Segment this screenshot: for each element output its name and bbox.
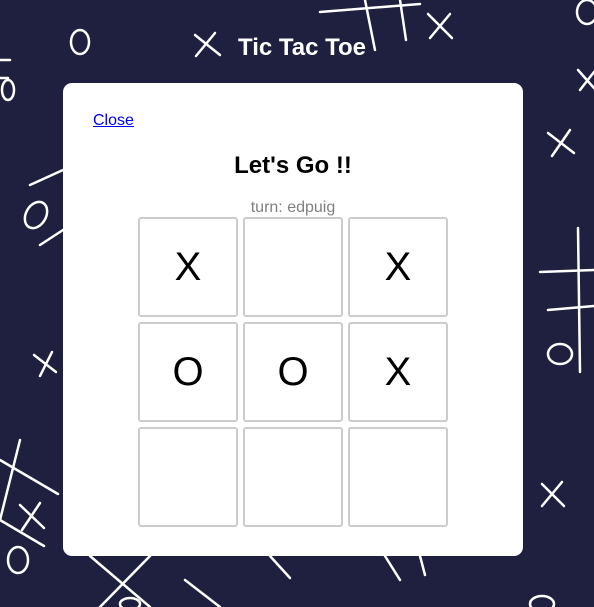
- grid-mark-decoration: [0, 438, 60, 548]
- turn-indicator: turn: edpuig: [250, 199, 336, 216]
- o-mark-decoration: [118, 596, 142, 607]
- x-mark-decoration: [576, 68, 594, 92]
- x-mark-decoration: [546, 128, 576, 158]
- board-cell-4[interactable]: O: [138, 322, 238, 422]
- board-cell-9[interactable]: [348, 427, 448, 527]
- board-cell-7[interactable]: [138, 427, 238, 527]
- o-mark-decoration: [528, 594, 556, 607]
- x-mark-decoration: [18, 501, 46, 532]
- grid-mark-decoration: [268, 554, 427, 582]
- o-mark-decoration: [0, 78, 16, 102]
- board-cell-3[interactable]: X: [348, 217, 448, 317]
- game-modal: Close Let's Go !! turn: edpuig X X O O X: [63, 83, 523, 556]
- board-cell-1[interactable]: X: [138, 217, 238, 317]
- game-board: X X O O X: [138, 217, 448, 527]
- app-title: Tic Tac Toe: [237, 34, 367, 61]
- o-mark-decoration: [575, 0, 594, 26]
- o-mark-decoration: [6, 545, 30, 575]
- board-cell-8[interactable]: [243, 427, 343, 527]
- grid-mark-decoration: [0, 58, 65, 247]
- close-link[interactable]: Close: [93, 112, 134, 130]
- o-mark-decoration: [546, 342, 574, 366]
- x-mark-decoration: [32, 350, 58, 378]
- grid-mark-decoration: [88, 554, 222, 607]
- board-cell-2[interactable]: [243, 217, 343, 317]
- board-cell-5[interactable]: O: [243, 322, 343, 422]
- modal-heading: Let's Go !!: [234, 152, 352, 179]
- x-mark-decoration: [540, 480, 566, 508]
- board-cell-6[interactable]: X: [348, 322, 448, 422]
- o-mark-decoration: [23, 200, 49, 230]
